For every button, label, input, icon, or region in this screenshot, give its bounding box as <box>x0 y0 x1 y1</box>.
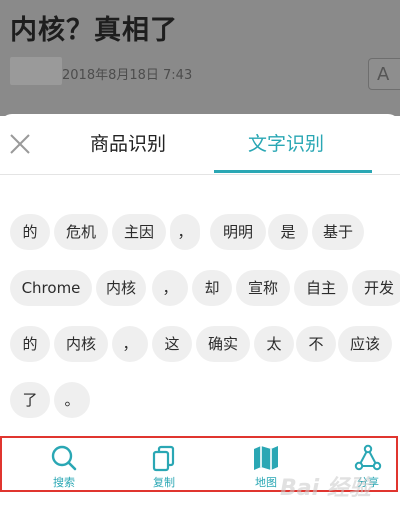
font-size-button[interactable]: A <box>368 58 400 90</box>
word-chip[interactable]: 这 <box>152 326 192 362</box>
map-icon <box>254 446 278 470</box>
search-label: 搜索 <box>53 476 75 489</box>
word-chip[interactable]: 确实 <box>196 326 250 362</box>
active-tab-indicator <box>214 170 372 173</box>
word-chip[interactable]: 。 <box>54 382 90 418</box>
search-icon <box>51 445 77 471</box>
word-chip[interactable]: 内核 <box>54 326 108 362</box>
word-chip[interactable]: 是 <box>268 214 308 250</box>
copy-icon <box>152 445 175 472</box>
article-title: 内核？真相了 <box>10 15 178 46</box>
copy-label: 复制 <box>153 476 175 489</box>
author-avatar-blurred <box>10 57 62 85</box>
word-chip[interactable]: 太 <box>254 326 294 362</box>
word-chip[interactable]: 内核 <box>96 270 146 306</box>
search-button[interactable]: 搜索 <box>24 438 104 490</box>
map-button[interactable]: 地图 <box>226 438 306 490</box>
word-chip[interactable]: 了 <box>10 382 50 418</box>
word-chip[interactable]: 不 <box>296 326 336 362</box>
action-toolbar: 搜索 复制 地图 分享 <box>0 436 398 492</box>
article-date: 2018年8月18日 7:43 <box>62 68 193 83</box>
tab-text-recognition[interactable]: 文字识别 <box>248 128 324 160</box>
word-chip[interactable]: ， <box>112 326 148 362</box>
word-chip[interactable]: Chrome <box>10 270 92 306</box>
word-chip[interactable]: 宣称 <box>236 270 290 306</box>
word-chip[interactable]: 自主 <box>294 270 348 306</box>
word-chip[interactable]: 开发 <box>352 270 400 306</box>
word-chip[interactable]: 明明 <box>210 214 266 250</box>
article-background: 内核？真相了 2018年8月18日 7:43 A <box>0 0 400 116</box>
share-button[interactable]: 分享 <box>328 438 400 490</box>
word-chip[interactable]: 应该 <box>338 326 392 362</box>
word-chip[interactable]: ， <box>152 270 188 306</box>
close-button[interactable] <box>8 132 32 156</box>
map-label: 地图 <box>255 476 277 489</box>
tab-product-recognition[interactable]: 商品识别 <box>90 128 166 160</box>
word-chip[interactable]: 主因 <box>112 214 166 250</box>
word-chip[interactable]: 危机 <box>54 214 108 250</box>
copy-button[interactable]: 复制 <box>124 438 204 490</box>
word-chip[interactable]: 基于 <box>312 214 364 250</box>
word-chip[interactable]: ， <box>170 214 200 250</box>
word-chip[interactable]: 的 <box>10 214 50 250</box>
share-icon <box>354 444 382 471</box>
word-chip[interactable]: 的 <box>10 326 50 362</box>
word-chip[interactable]: 却 <box>192 270 232 306</box>
sheet-header: 商品识别 文字识别 <box>0 114 400 175</box>
close-icon <box>10 134 30 154</box>
share-label: 分享 <box>357 476 379 489</box>
